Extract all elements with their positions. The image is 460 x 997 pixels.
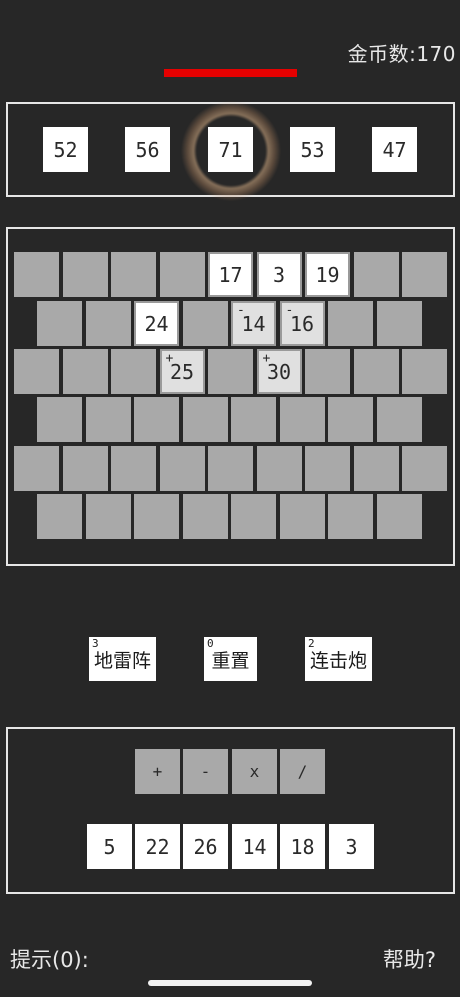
board-cell-empty[interactable]	[182, 301, 228, 346]
board-cell-empty[interactable]	[62, 446, 108, 491]
operator-multiply-button[interactable]: x	[232, 749, 277, 794]
cell-value: 16	[289, 311, 315, 336]
cell-value: 30	[266, 359, 292, 384]
board-cell-empty[interactable]	[305, 446, 350, 491]
number-card[interactable]: 3	[329, 824, 374, 869]
cell-value: 17	[218, 262, 243, 287]
board-cell-empty[interactable]	[231, 494, 276, 539]
operation-panel	[6, 727, 455, 894]
target-tile[interactable]: 71	[208, 127, 253, 172]
board-cell-empty[interactable]	[305, 349, 350, 394]
target-tile[interactable]: 47	[372, 127, 417, 172]
board-cell-empty[interactable]	[37, 397, 82, 442]
minefield-skill-button[interactable]: 3 地雷阵	[89, 637, 156, 681]
board-cell-empty[interactable]	[111, 446, 156, 491]
help-button[interactable]: 帮助?	[383, 944, 436, 974]
board-cell-empty[interactable]	[62, 252, 108, 297]
skill-label: 重置	[211, 649, 250, 672]
board-cell-empty[interactable]	[85, 301, 131, 346]
board-cell-empty[interactable]	[376, 494, 422, 539]
number-card[interactable]: 18	[280, 824, 325, 869]
board-cell-empty[interactable]	[328, 494, 373, 539]
cell-value: 24	[144, 311, 169, 336]
board-cell-empty[interactable]	[402, 252, 447, 297]
target-tile[interactable]: 53	[290, 127, 335, 172]
number-card[interactable]: 5	[87, 824, 132, 869]
board-cell-number[interactable]: 19	[305, 252, 350, 297]
board-cell-empty[interactable]	[85, 494, 131, 539]
board-cell-empty[interactable]	[37, 301, 82, 346]
hint-button[interactable]: 提示(0):	[10, 944, 89, 974]
skill-label: 连击炮	[309, 649, 367, 672]
skill-label: 地雷阵	[93, 649, 151, 672]
board-cell-empty[interactable]	[159, 252, 205, 297]
operator-plus-button[interactable]: +	[135, 749, 180, 794]
board-cell-number[interactable]: 3	[256, 252, 302, 297]
coin-counter: 金币数:170	[347, 42, 456, 66]
board-cell-empty[interactable]	[182, 397, 228, 442]
board-cell-number[interactable]: +25	[159, 349, 205, 394]
cell-value: 14	[241, 311, 266, 336]
board-cell-number[interactable]: 17	[208, 252, 253, 297]
board-cell-empty[interactable]	[279, 494, 325, 539]
operator-divide-button[interactable]: /	[280, 749, 325, 794]
board-cell-number[interactable]: -14	[231, 301, 276, 346]
board-cell-empty[interactable]	[134, 397, 179, 442]
board-cell-empty[interactable]	[353, 252, 399, 297]
cell-sign: -	[237, 303, 245, 318]
board-cell-empty[interactable]	[111, 349, 156, 394]
board-cell-empty[interactable]	[208, 349, 253, 394]
board-cell-number[interactable]: +30	[256, 349, 302, 394]
skill-count: 0	[207, 637, 214, 650]
number-card[interactable]: 22	[135, 824, 180, 869]
board-cell-empty[interactable]	[14, 349, 59, 394]
board-cell-number[interactable]: -16	[279, 301, 325, 346]
cell-sign: +	[262, 351, 271, 366]
cell-sign: -	[285, 303, 294, 318]
board-cell-empty[interactable]	[402, 349, 447, 394]
board-cell-empty[interactable]	[231, 397, 276, 442]
number-card[interactable]: 14	[232, 824, 277, 869]
board-cell-empty[interactable]	[353, 446, 399, 491]
board-cell-empty[interactable]	[14, 252, 59, 297]
home-indicator	[148, 980, 312, 986]
cell-value: 25	[169, 359, 195, 384]
board-cell-empty[interactable]	[111, 252, 156, 297]
board-cell-empty[interactable]	[14, 446, 59, 491]
skill-count: 2	[308, 637, 315, 650]
number-card[interactable]: 26	[183, 824, 228, 869]
board-cell-empty[interactable]	[256, 446, 302, 491]
board-cell-empty[interactable]	[376, 397, 422, 442]
board-cell-empty[interactable]	[328, 301, 373, 346]
cell-value: 3	[272, 262, 286, 287]
board-cell-number[interactable]: 24	[134, 301, 179, 346]
combo-cannon-skill-button[interactable]: 2 连击炮	[305, 637, 372, 681]
board-cell-empty[interactable]	[85, 397, 131, 442]
board-cell-empty[interactable]	[159, 446, 205, 491]
board-cell-empty[interactable]	[376, 301, 422, 346]
board-cell-empty[interactable]	[37, 494, 82, 539]
board-cell-empty[interactable]	[134, 494, 179, 539]
reset-skill-button[interactable]: 0 重置	[204, 637, 257, 681]
target-tile[interactable]: 52	[43, 127, 88, 172]
board-cell-empty[interactable]	[182, 494, 228, 539]
board-cell-empty[interactable]	[353, 349, 399, 394]
cell-sign: +	[165, 351, 174, 366]
board-cell-empty[interactable]	[402, 446, 447, 491]
health-bar	[164, 69, 297, 77]
board-cell-empty[interactable]	[208, 446, 253, 491]
board-cell-empty[interactable]	[62, 349, 108, 394]
skill-count: 3	[92, 637, 99, 650]
operator-minus-button[interactable]: -	[183, 749, 228, 794]
board-cell-empty[interactable]	[328, 397, 373, 442]
board-cell-empty[interactable]	[279, 397, 325, 442]
cell-value: 19	[315, 262, 340, 287]
target-tile[interactable]: 56	[125, 127, 170, 172]
